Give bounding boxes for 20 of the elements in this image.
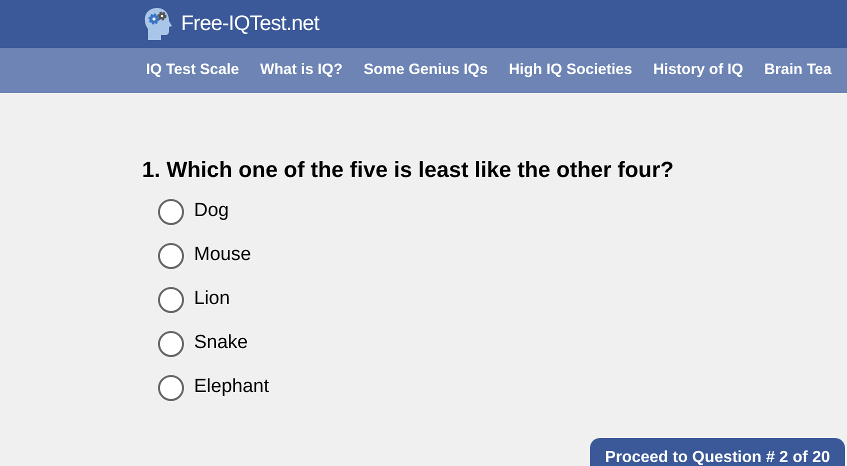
option-label: Lion (194, 287, 230, 312)
option-label: Snake (194, 331, 248, 356)
site-title[interactable]: Free-IQTest.net (181, 8, 320, 40)
option-label: Mouse (194, 243, 252, 268)
nav-link[interactable]: What is IQ? (260, 59, 343, 82)
nav-link[interactable]: History of IQ (653, 59, 744, 82)
proceed-button[interactable]: Proceed to Question # 2 of 20 (590, 438, 845, 466)
radio-button[interactable] (158, 242, 184, 268)
nav-link[interactable]: Brain Tea (764, 59, 832, 82)
option-label: Elephant (194, 375, 270, 400)
radio-button[interactable] (158, 330, 184, 356)
head-gears-icon (143, 7, 173, 41)
nav-link[interactable]: Some Genius IQs (364, 59, 488, 82)
nav-link[interactable]: High IQ Societies (508, 59, 632, 82)
radio-button[interactable] (158, 374, 184, 400)
nav-link[interactable]: IQ Test Scale (146, 59, 240, 82)
radio-button[interactable] (158, 286, 184, 312)
question-text: 1. Which one of the five is least like the other four? (142, 156, 675, 184)
radio-button[interactable] (158, 198, 184, 224)
option-label: Dog (194, 199, 229, 224)
